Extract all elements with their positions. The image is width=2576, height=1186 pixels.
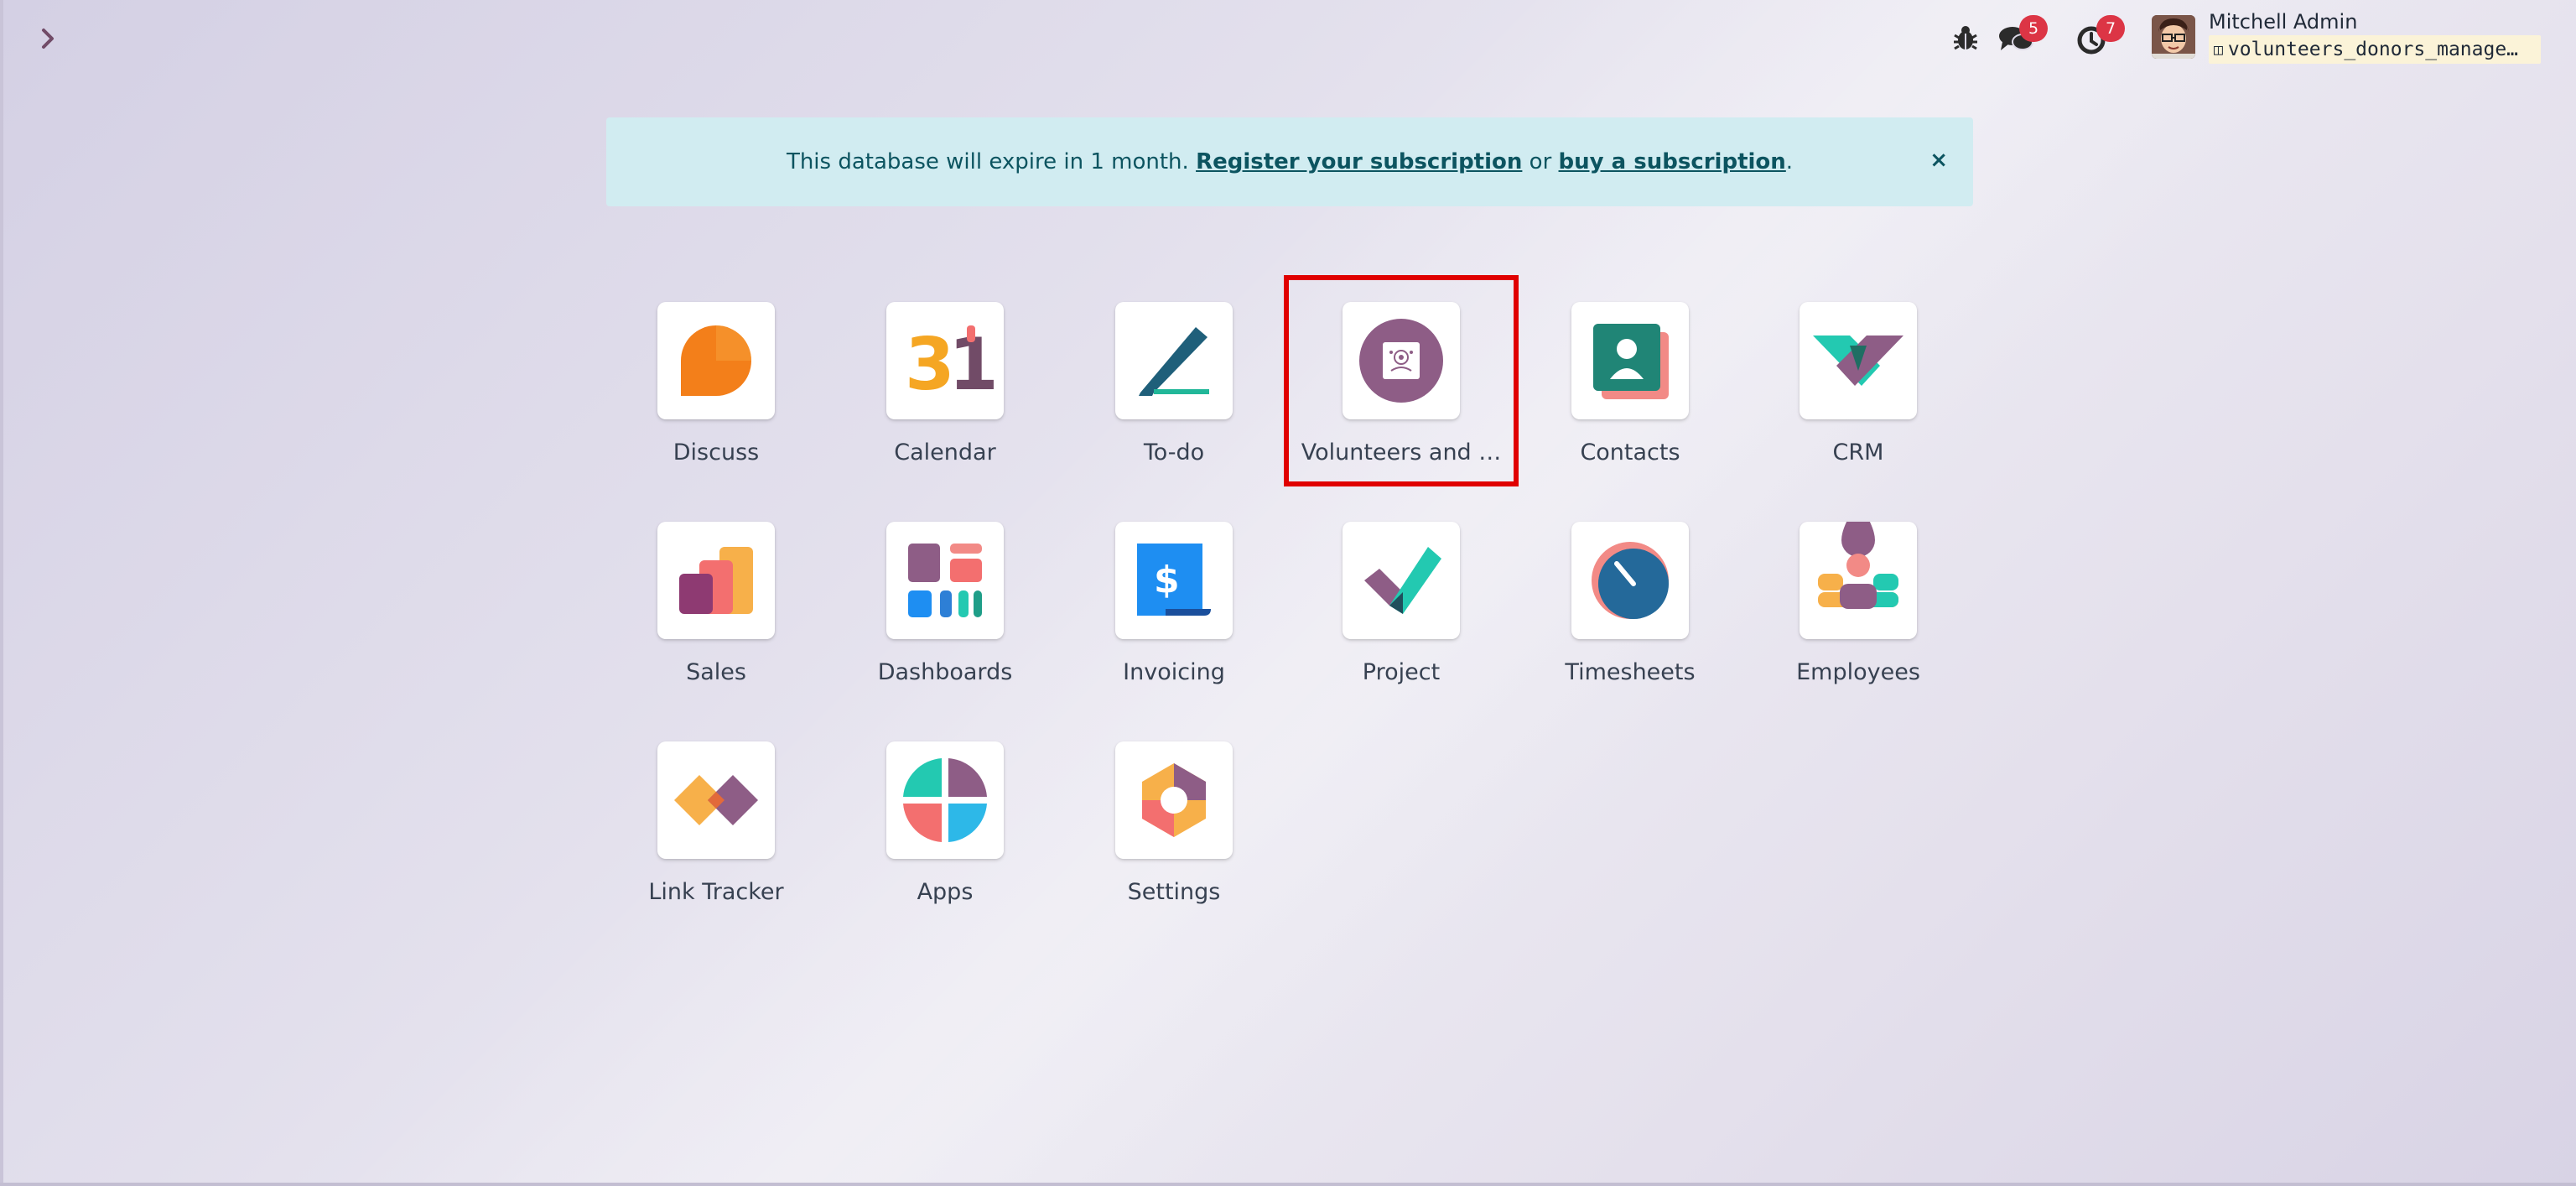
app-project[interactable]: Project bbox=[1301, 522, 1502, 715]
link-tracker-icon bbox=[657, 741, 775, 859]
volunteers-icon bbox=[1343, 302, 1460, 419]
app-label: Project bbox=[1362, 659, 1441, 685]
activities-button[interactable]: 7 bbox=[2075, 15, 2125, 57]
debug-bug-icon[interactable] bbox=[1952, 23, 1979, 52]
chevron-right-icon bbox=[42, 29, 54, 49]
apps-icon bbox=[886, 741, 1004, 859]
todo-icon bbox=[1115, 302, 1233, 419]
dashboards-icon bbox=[886, 522, 1004, 639]
app-label: CRM bbox=[1832, 440, 1884, 466]
crm-icon bbox=[1800, 302, 1917, 419]
register-subscription-link[interactable]: Register your subscription bbox=[1196, 149, 1522, 174]
buy-subscription-link[interactable]: buy a subscription bbox=[1559, 149, 1786, 174]
database-icon: ◫ bbox=[2214, 40, 2223, 59]
database-name: ◫ volunteers_donors_manage… bbox=[2209, 35, 2541, 64]
svg-text:3: 3 bbox=[905, 323, 955, 407]
app-invoicing[interactable]: $ Invoicing bbox=[1073, 522, 1275, 715]
sales-icon bbox=[657, 522, 775, 639]
settings-icon bbox=[1115, 741, 1233, 859]
alert-text-end: . bbox=[1785, 149, 1794, 174]
messages-count-badge: 5 bbox=[2019, 15, 2048, 42]
close-alert-button[interactable]: × bbox=[1929, 148, 1948, 173]
app-calendar[interactable]: 3 1 Calendar bbox=[844, 302, 1046, 495]
activities-count-badge: 7 bbox=[2096, 15, 2125, 42]
timesheets-icon bbox=[1571, 522, 1689, 639]
app-label: Apps bbox=[917, 879, 974, 905]
app-label: To-do bbox=[1143, 440, 1205, 466]
app-label: Volunteers and … bbox=[1301, 440, 1502, 466]
app-volunteers[interactable]: Volunteers and … bbox=[1301, 302, 1502, 495]
app-settings[interactable]: Settings bbox=[1073, 741, 1275, 934]
employees-icon bbox=[1800, 522, 1917, 639]
sidebar-toggle-button[interactable] bbox=[34, 22, 62, 55]
app-label: Link Tracker bbox=[648, 879, 784, 905]
app-link-tracker[interactable]: Link Tracker bbox=[615, 741, 817, 934]
app-discuss[interactable]: Discuss bbox=[615, 302, 817, 495]
app-label: Dashboards bbox=[877, 659, 1013, 685]
app-label: Calendar bbox=[894, 440, 996, 466]
app-crm[interactable]: CRM bbox=[1758, 302, 1959, 495]
app-label: Contacts bbox=[1580, 440, 1680, 466]
user-avatar-icon bbox=[2152, 15, 2195, 59]
app-contacts[interactable]: Contacts bbox=[1530, 302, 1731, 495]
invoicing-icon: $ bbox=[1115, 522, 1233, 639]
app-label: Timesheets bbox=[1565, 659, 1696, 685]
messages-button[interactable]: 5 bbox=[1997, 15, 2048, 55]
app-label: Settings bbox=[1127, 879, 1221, 905]
alert-text: This database will expire in 1 month. bbox=[786, 149, 1197, 174]
app-dashboards[interactable]: Dashboards bbox=[844, 522, 1046, 715]
bottom-edge bbox=[0, 1183, 2576, 1186]
app-label: Discuss bbox=[673, 440, 760, 466]
project-icon bbox=[1343, 522, 1460, 639]
alert-text-or: or bbox=[1522, 149, 1559, 174]
app-timesheets[interactable]: Timesheets bbox=[1530, 522, 1731, 715]
app-label: Sales bbox=[686, 659, 746, 685]
app-employees[interactable]: Employees bbox=[1758, 522, 1959, 715]
svg-text:$: $ bbox=[1154, 559, 1180, 601]
app-label: Invoicing bbox=[1123, 659, 1225, 685]
left-edge bbox=[0, 0, 3, 1186]
app-todo[interactable]: To-do bbox=[1073, 302, 1275, 495]
discuss-icon bbox=[657, 302, 775, 419]
user-name[interactable]: Mitchell Admin bbox=[2209, 10, 2357, 34]
subscription-alert: This database will expire in 1 month. Re… bbox=[606, 117, 1973, 206]
app-label: Employees bbox=[1796, 659, 1920, 685]
contacts-icon bbox=[1571, 302, 1689, 419]
calendar-icon: 3 1 bbox=[886, 302, 1004, 419]
app-sales[interactable]: Sales bbox=[615, 522, 817, 715]
app-apps[interactable]: Apps bbox=[844, 741, 1046, 934]
avatar[interactable] bbox=[2152, 15, 2195, 59]
database-name-text: volunteers_donors_manage… bbox=[2227, 39, 2519, 60]
